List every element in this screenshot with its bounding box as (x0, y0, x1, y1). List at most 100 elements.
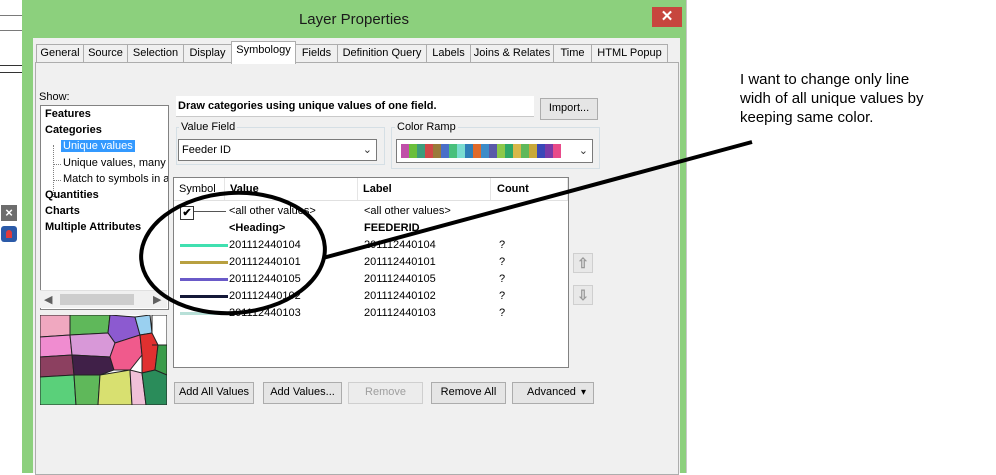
line-symbol-swatch[interactable] (180, 261, 228, 264)
row-label: 201112440104 (364, 239, 436, 251)
row-label: 201112440101 (364, 256, 436, 268)
tree-item-unique-values[interactable]: Unique values (61, 140, 135, 152)
scroll-left-icon[interactable]: ◀ (44, 293, 52, 306)
heading-value: <Heading> (229, 222, 286, 234)
color-ramp-swatch (401, 144, 409, 158)
color-ramp-swatch (457, 144, 465, 158)
background-close-icon[interactable]: × (1, 205, 17, 221)
background-tool-icon[interactable] (1, 226, 17, 242)
layer-properties-window: Layer Properties ✕ General Source Select… (22, 0, 686, 475)
table-row[interactable]: 201112440104 201112440104? (174, 237, 568, 254)
line-symbol-swatch[interactable] (180, 244, 228, 247)
tab-joins-relates[interactable]: Joins & Relates (470, 44, 554, 63)
color-ramp-swatch (473, 144, 481, 158)
header-value[interactable]: Value (225, 178, 358, 200)
scroll-right-icon[interactable]: ▶ (153, 293, 161, 306)
scroll-thumb[interactable] (60, 294, 134, 305)
row-value: 201112440101 (229, 256, 301, 268)
color-ramp-swatch (505, 144, 513, 158)
renderer-tree[interactable]: Features Categories Unique values Unique… (40, 105, 169, 310)
unique-values-list[interactable]: Symbol Value Label Count ✔ <all other va… (173, 177, 569, 368)
dialog-client: General Source Selection Display Symbolo… (33, 38, 680, 475)
annotation-note: I want to change only line widh of all u… (740, 71, 924, 126)
row-value: 201112440105 (229, 273, 301, 285)
table-row-other-values[interactable]: ✔ <all other values> <all other values> (174, 203, 568, 220)
close-button[interactable]: ✕ (652, 7, 682, 27)
tab-source[interactable]: Source (83, 44, 128, 63)
header-count[interactable]: Count (492, 178, 568, 200)
tab-symbology[interactable]: Symbology (231, 41, 296, 64)
color-ramp-swatch (441, 144, 449, 158)
color-ramp-swatch (521, 144, 529, 158)
row-count: ? (499, 290, 506, 302)
header-label[interactable]: Label (358, 178, 491, 200)
line-symbol-swatch[interactable] (180, 278, 228, 281)
color-ramp-swatch (465, 144, 473, 158)
window-title: Layer Properties (298, 11, 410, 28)
tree-item-multiple-attributes[interactable]: Multiple Attributes (45, 221, 141, 233)
table-row[interactable]: 201112440102 201112440102? (174, 288, 568, 305)
move-up-button[interactable]: ⇧ (573, 253, 593, 273)
add-all-values-button[interactable]: Add All Values (174, 382, 254, 404)
row-value: 201112440104 (229, 239, 301, 251)
line-symbol-swatch[interactable] (180, 312, 228, 315)
tree-item-quantities[interactable]: Quantities (45, 189, 99, 201)
row-value: 201112440102 (229, 290, 301, 302)
row-count: ? (499, 307, 506, 319)
other-values-value: <all other values> (229, 205, 316, 217)
import-button[interactable]: Import... (540, 98, 598, 120)
list-header: Symbol Value Label Count (174, 178, 568, 201)
chevron-down-icon: ⌄ (578, 145, 588, 157)
color-ramp-swatch (497, 144, 505, 158)
tree-item-unique-values-many[interactable]: Unique values, many (63, 157, 166, 169)
tab-general[interactable]: General (36, 44, 84, 63)
tab-fields[interactable]: Fields (295, 44, 338, 63)
line-symbol-swatch[interactable] (180, 295, 228, 298)
remove-button[interactable]: Remove (348, 382, 423, 404)
advanced-arrow-icon: ▾ (581, 387, 587, 398)
color-ramp-swatch (489, 144, 497, 158)
color-ramp-swatch (529, 144, 537, 158)
renderer-description: Draw categories using unique values of o… (176, 96, 534, 117)
tree-item-categories[interactable]: Categories (45, 124, 102, 136)
tree-item-charts[interactable]: Charts (45, 205, 80, 217)
title-bar[interactable]: Layer Properties ✕ (22, 0, 686, 38)
table-row[interactable]: 201112440101 201112440101? (174, 254, 568, 271)
window-edge (686, 0, 687, 473)
tab-labels[interactable]: Labels (426, 44, 471, 63)
tab-definition-query[interactable]: Definition Query (337, 44, 427, 63)
color-ramp-swatch (481, 144, 489, 158)
remove-all-button[interactable]: Remove All (431, 382, 506, 404)
other-values-checkbox[interactable]: ✔ (180, 206, 194, 220)
value-field-dropdown[interactable]: Feeder ID ⌄ (178, 139, 377, 161)
color-ramp-swatch (425, 144, 433, 158)
table-row[interactable]: 201112440103 201112440103? (174, 305, 568, 322)
tab-time[interactable]: Time (553, 44, 592, 63)
tab-selection[interactable]: Selection (127, 44, 184, 63)
add-values-button[interactable]: Add Values... (263, 382, 342, 404)
color-ramp-swatch (513, 144, 521, 158)
advanced-button[interactable]: Advanced ▾ (512, 382, 594, 404)
color-ramp-dropdown[interactable]: ⌄ (396, 139, 593, 163)
move-down-button[interactable]: ⇩ (573, 285, 593, 305)
table-row-heading[interactable]: <Heading> FEEDERID (174, 220, 568, 237)
symbology-preview-map (40, 315, 167, 405)
color-ramp-swatch (409, 144, 417, 158)
symbology-panel: Show: Features Categories Unique values … (35, 62, 679, 475)
header-symbol[interactable]: Symbol (174, 178, 225, 200)
color-ramp-swatch (545, 144, 553, 158)
color-ramp-swatch (537, 144, 545, 158)
tree-item-match-to-symbols[interactable]: Match to symbols in a (63, 173, 168, 185)
tree-item-features[interactable]: Features (45, 108, 91, 120)
row-label: 201112440103 (364, 307, 436, 319)
tree-horizontal-scrollbar[interactable]: ◀ ▶ (40, 290, 167, 308)
other-values-swatch (194, 211, 226, 212)
table-row[interactable]: 201112440105 201112440105? (174, 271, 568, 288)
show-label: Show: (39, 91, 70, 103)
row-count: ? (499, 239, 506, 251)
row-count: ? (499, 273, 506, 285)
row-value: 201112440103 (229, 307, 301, 319)
tab-html-popup[interactable]: HTML Popup (591, 44, 668, 63)
tab-display[interactable]: Display (183, 44, 232, 63)
color-ramp-swatch (417, 144, 425, 158)
